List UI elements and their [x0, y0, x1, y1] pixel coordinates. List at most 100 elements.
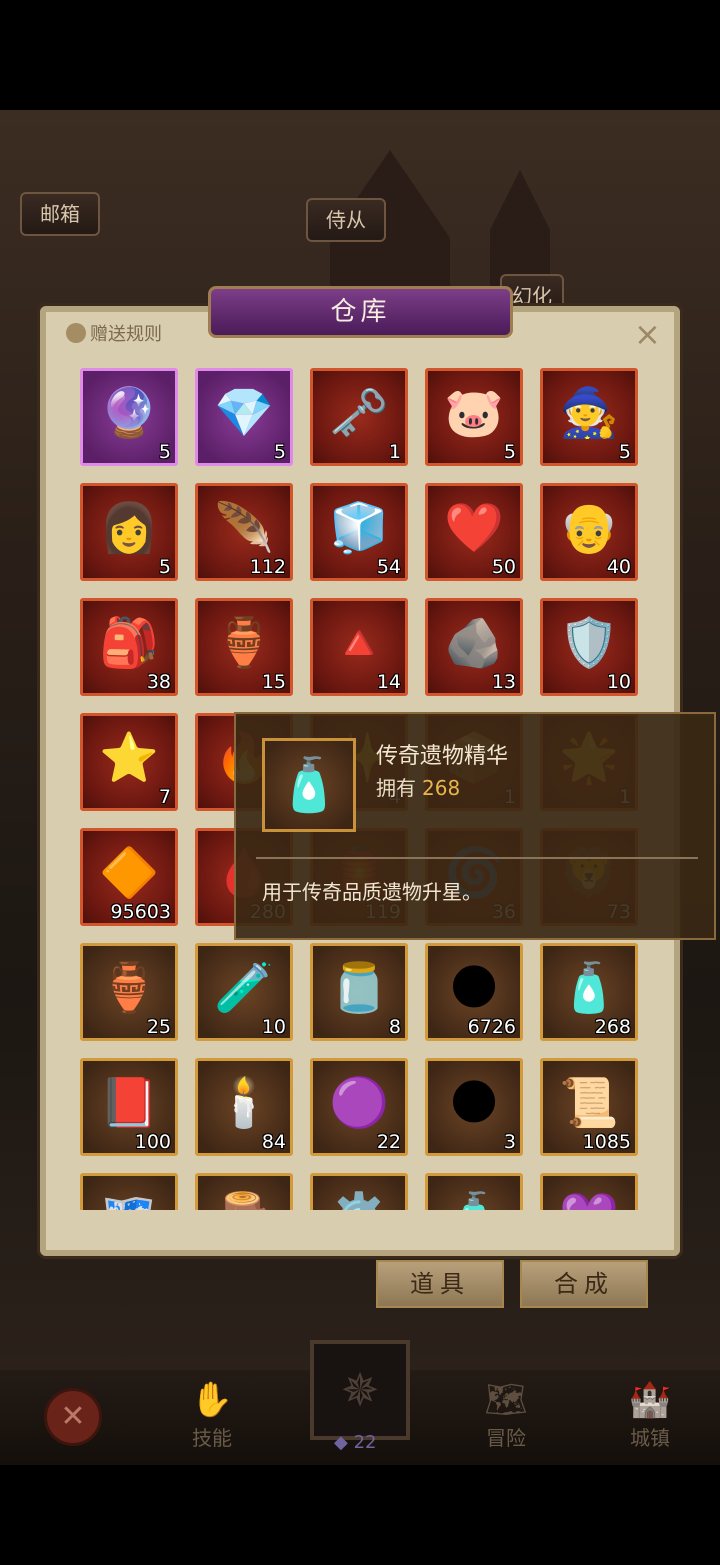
- item-slot[interactable]: 🧴: [425, 1173, 523, 1210]
- item-icon: 📜: [559, 1075, 619, 1132]
- attendants-button[interactable]: 侍从: [306, 198, 386, 242]
- gem-count-value: 22: [353, 1432, 377, 1453]
- item-count: 6726: [467, 1016, 516, 1038]
- item-icon: 🏺: [214, 615, 274, 672]
- item-slot[interactable]: ⚙️: [310, 1173, 408, 1210]
- item-count: 268: [594, 1016, 631, 1038]
- item-icon: 🗝️: [329, 385, 389, 442]
- item-slot[interactable]: 👴 40: [540, 483, 638, 581]
- item-icon: 🕯️: [214, 1075, 274, 1132]
- gem-counter: ◆ 22: [334, 1432, 376, 1453]
- item-icon: ⚙️: [329, 1194, 389, 1210]
- mailbox-button[interactable]: 邮箱: [20, 192, 100, 236]
- tab-items[interactable]: 道具: [376, 1260, 504, 1308]
- gift-icon: [66, 323, 86, 343]
- map-icon: 🗺: [484, 1380, 528, 1420]
- gem-icon: ◆: [334, 1432, 348, 1453]
- item-count: 25: [146, 1016, 171, 1038]
- item-slot[interactable]: 🫙 8: [310, 943, 408, 1041]
- item-slot[interactable]: 🔶 95603: [80, 828, 178, 926]
- item-icon: 🪨: [444, 615, 504, 672]
- item-count: 112: [249, 556, 286, 578]
- item-icon: 💜: [559, 1194, 619, 1210]
- item-count: 7: [158, 786, 171, 808]
- item-icon: 🛡️: [559, 615, 619, 672]
- item-count: 95603: [110, 901, 171, 923]
- item-count: 5: [273, 441, 286, 463]
- item-slot[interactable]: 🗝️ 1: [310, 368, 408, 466]
- item-icon: 🧊: [329, 500, 389, 557]
- item-slot[interactable]: 🧪 10: [195, 943, 293, 1041]
- item-slot[interactable]: 🏺 15: [195, 598, 293, 696]
- gift-rules-link[interactable]: 赠送规则: [66, 320, 162, 346]
- item-slot[interactable]: 🕯️ 84: [195, 1058, 293, 1156]
- tooltip-owned: 拥有 268: [376, 772, 460, 801]
- close-icon[interactable]: ×: [634, 318, 661, 350]
- item-slot[interactable]: 🧙 5: [540, 368, 638, 466]
- item-slot[interactable]: 🗺️: [80, 1173, 178, 1210]
- item-count: 10: [261, 1016, 286, 1038]
- item-slot[interactable]: 🎒 38: [80, 598, 178, 696]
- item-icon: 🧙: [559, 385, 619, 442]
- item-slot[interactable]: 🧴 268: [540, 943, 638, 1041]
- tooltip-divider: [256, 857, 698, 859]
- item-slot[interactable]: 🏺 25: [80, 943, 178, 1041]
- item-count: 54: [376, 556, 401, 578]
- item-icon: 🌑: [448, 1075, 500, 1132]
- item-icon: 💎: [214, 385, 274, 442]
- town-icon: 🏰: [628, 1380, 672, 1420]
- item-slot[interactable]: 🟣 22: [310, 1058, 408, 1156]
- item-slot[interactable]: 🔮 5: [80, 368, 178, 466]
- tooltip-item-icon: 🧴: [262, 738, 356, 832]
- item-count: 5: [158, 556, 171, 578]
- tab-synthesis[interactable]: 合成: [520, 1260, 648, 1308]
- item-slot[interactable]: 🧊 54: [310, 483, 408, 581]
- item-icon: 🔶: [99, 845, 159, 902]
- item-icon: 🪶: [214, 500, 274, 557]
- item-slot[interactable]: 🔺 14: [310, 598, 408, 696]
- item-count: 1: [388, 441, 401, 463]
- owned-label: 拥有: [376, 776, 416, 800]
- item-slot[interactable]: 💜: [540, 1173, 638, 1210]
- item-icon: 🔮: [99, 385, 159, 442]
- item-slot[interactable]: 🪨 13: [425, 598, 523, 696]
- item-count: 100: [134, 1131, 171, 1153]
- nav-town[interactable]: 🏰 城镇: [590, 1370, 710, 1465]
- item-slot[interactable]: ⭐ 7: [80, 713, 178, 811]
- item-count: 5: [618, 441, 631, 463]
- item-icon: 🧴: [444, 1194, 504, 1210]
- nav-adventure[interactable]: 🗺 冒险: [446, 1370, 566, 1465]
- item-count: 15: [261, 671, 286, 693]
- item-icon: 🟣: [329, 1075, 389, 1132]
- item-count: 3: [503, 1131, 516, 1153]
- item-slot[interactable]: 💎 5: [195, 368, 293, 466]
- item-slot[interactable]: 🛡️ 10: [540, 598, 638, 696]
- item-icon: 🫙: [329, 960, 389, 1017]
- item-slot[interactable]: ❤️ 50: [425, 483, 523, 581]
- close-round-icon[interactable]: ✕: [44, 1388, 102, 1446]
- item-icon: 🧴: [559, 960, 619, 1017]
- tooltip-item-name: 传奇遗物精华: [376, 744, 509, 769]
- item-slot[interactable]: 👩 5: [80, 483, 178, 581]
- nav-skills[interactable]: ✋ 技能: [152, 1370, 272, 1465]
- nav-town-label: 城镇: [630, 1426, 670, 1450]
- item-slot[interactable]: 🐷 5: [425, 368, 523, 466]
- spider-icon: ✵: [340, 1363, 380, 1417]
- nav-skills-label: 技能: [192, 1426, 232, 1450]
- item-slot[interactable]: 📕 100: [80, 1058, 178, 1156]
- item-count: 5: [158, 441, 171, 463]
- item-icon: 🗺️: [99, 1194, 159, 1210]
- item-slot[interactable]: 🪶 112: [195, 483, 293, 581]
- item-icon: 🐷: [444, 385, 504, 442]
- item-count: 8: [388, 1016, 401, 1038]
- item-icon: 🪵: [214, 1194, 274, 1210]
- item-slot[interactable]: 🌑 6726: [425, 943, 523, 1041]
- item-slot[interactable]: 📜 1085: [540, 1058, 638, 1156]
- potion-icon: 🧴: [276, 755, 342, 816]
- item-tooltip: 🧴 传奇遗物精华 拥有 268 用于传奇品质遗物升星。: [234, 712, 716, 940]
- item-slot[interactable]: 🌑 3: [425, 1058, 523, 1156]
- item-icon: ❤️: [444, 500, 504, 557]
- item-slot[interactable]: 🪵: [195, 1173, 293, 1210]
- center-emblem[interactable]: ✵: [310, 1340, 410, 1440]
- item-count: 10: [606, 671, 631, 693]
